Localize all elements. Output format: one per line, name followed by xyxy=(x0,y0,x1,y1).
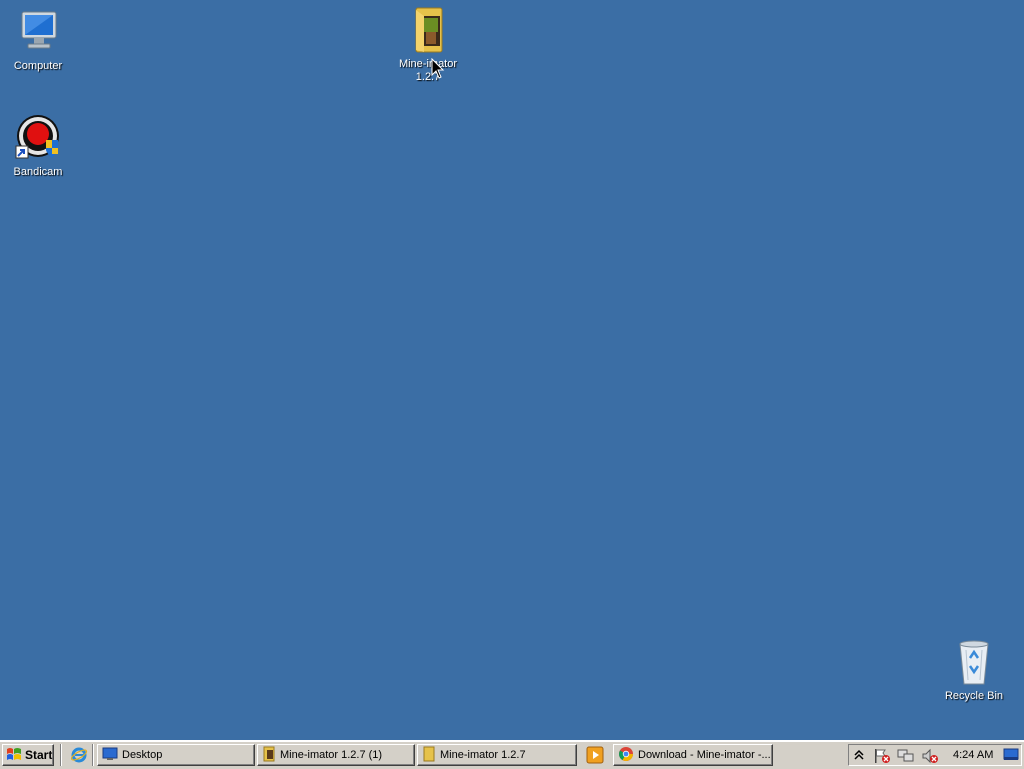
system-tray: 4:24 AM xyxy=(848,744,1022,766)
internet-explorer-icon[interactable] xyxy=(70,746,88,764)
task-label: Mine-imator 1.2.7 (1) xyxy=(280,749,383,761)
task-button-mine-imator-1[interactable]: Mine-imator 1.2.7 (1) xyxy=(257,744,415,766)
task-label: Download - Mine-imator -... xyxy=(638,749,771,761)
task-label: Desktop xyxy=(122,749,163,761)
task-button-mine-imator[interactable]: Mine-imator 1.2.7 xyxy=(417,744,577,766)
taskbar: Start Desktop Mine-imator 1.2.7 (1) Mine… xyxy=(0,740,1024,769)
clock[interactable]: 4:24 AM xyxy=(953,749,993,761)
desktop-icon-label: Recycle Bin xyxy=(944,690,1004,702)
desktop-icon-label: Bandicam xyxy=(13,166,63,178)
desktop-icon xyxy=(102,747,118,764)
desktop-icon-label-line2: 1.2.7 xyxy=(415,71,441,83)
media-player-icon[interactable] xyxy=(586,746,604,764)
folder-icon xyxy=(404,6,452,54)
folder-icon xyxy=(262,746,276,765)
desktop-icon-bandicam[interactable]: Bandicam xyxy=(0,114,78,179)
taskbar-separator xyxy=(60,744,62,766)
task-label: Mine-imator 1.2.7 xyxy=(440,749,526,761)
start-button[interactable]: Start xyxy=(2,744,54,766)
desktop-icon-label-line1: Mine-imator xyxy=(398,58,458,70)
bandicam-icon xyxy=(14,114,62,162)
volume-muted-icon[interactable] xyxy=(921,748,939,767)
folder-icon xyxy=(422,746,436,765)
desktop-icon-recycle-bin[interactable]: Recycle Bin xyxy=(934,638,1014,703)
mouse-cursor-icon xyxy=(431,58,445,79)
task-button-chrome-download[interactable]: Download - Mine-imator -... xyxy=(613,744,773,766)
tray-expand-icon[interactable] xyxy=(853,748,865,765)
windows-logo-icon xyxy=(6,746,22,765)
desktop-icon-label: Computer xyxy=(13,60,63,72)
taskbar-separator xyxy=(92,744,94,766)
network-icon[interactable] xyxy=(897,748,915,767)
recycle-bin-icon xyxy=(950,638,998,686)
chrome-icon xyxy=(618,746,634,765)
computer-icon xyxy=(14,8,62,56)
desktop-icon-computer[interactable]: Computer xyxy=(0,8,78,73)
flag-alert-icon[interactable] xyxy=(873,748,891,767)
task-button-desktop[interactable]: Desktop xyxy=(97,744,255,766)
show-desktop-icon[interactable] xyxy=(1003,748,1019,765)
desktop-icon-mine-imator-folder[interactable]: Mine-imator 1.2.7 xyxy=(388,6,468,84)
start-label: Start xyxy=(25,748,53,762)
